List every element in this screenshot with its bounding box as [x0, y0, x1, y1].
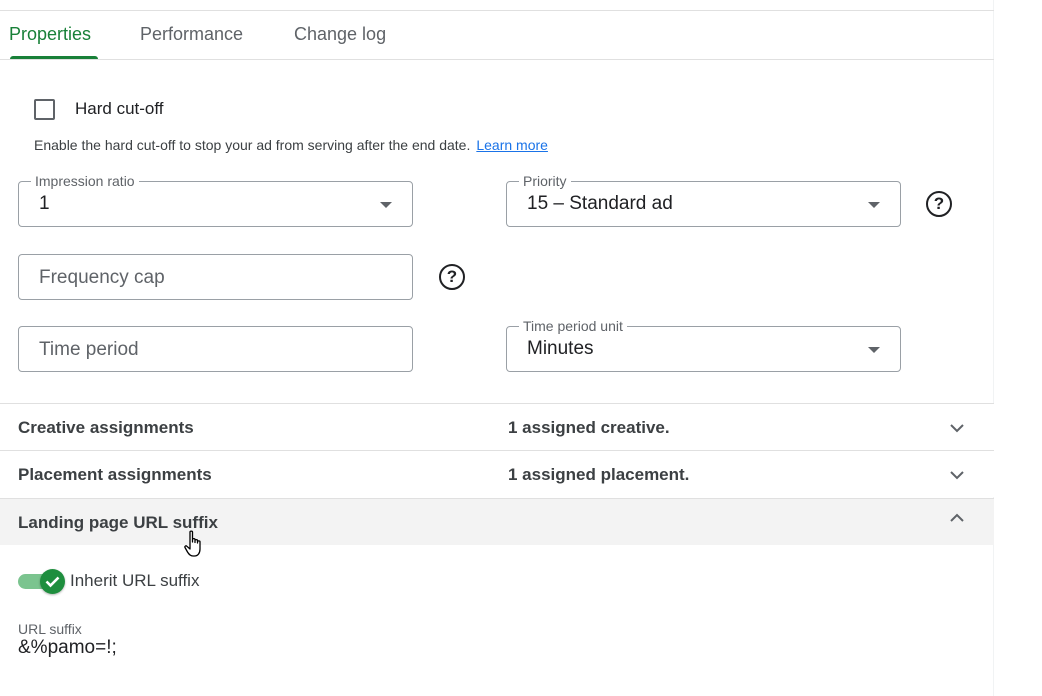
- checkmark-icon: [45, 576, 60, 588]
- line-item-panel: Properties Performance Change log Hard c…: [0, 0, 994, 696]
- chevron-up-icon: [950, 513, 964, 522]
- hard-cutoff-hint-text: Enable the hard cut-off to stop your ad …: [34, 137, 471, 153]
- dropdown-arrow-icon: [380, 202, 392, 208]
- priority-value: 15 – Standard ad: [527, 193, 673, 214]
- tab-change-log[interactable]: Change log: [294, 24, 386, 45]
- priority-help-icon[interactable]: ?: [926, 191, 952, 217]
- inherit-url-suffix-toggle[interactable]: [18, 569, 66, 594]
- section-summary: 1 assigned creative.: [508, 418, 670, 437]
- time-period-input[interactable]: Time period: [18, 326, 413, 372]
- impression-ratio-value: 1: [39, 193, 50, 214]
- landing-page-url-suffix-header[interactable]: Landing page URL suffix: [0, 498, 994, 545]
- learn-more-link[interactable]: Learn more: [476, 137, 548, 153]
- toggle-knob: [40, 569, 65, 594]
- priority-select[interactable]: Priority 15 – Standard ad: [506, 173, 901, 227]
- chevron-down-icon: [950, 471, 964, 480]
- tab-properties[interactable]: Properties: [9, 24, 91, 45]
- divider: [0, 10, 994, 11]
- placement-assignments-header[interactable]: Placement assignments 1 assigned placeme…: [0, 450, 994, 497]
- frequency-cap-help-icon[interactable]: ?: [439, 264, 465, 290]
- time-period-unit-value: Minutes: [527, 338, 594, 359]
- chevron-down-icon: [950, 424, 964, 433]
- impression-ratio-label: Impression ratio: [31, 173, 139, 189]
- time-period-unit-label: Time period unit: [519, 318, 627, 334]
- dropdown-arrow-icon: [868, 202, 880, 208]
- section-title: Creative assignments: [18, 418, 194, 437]
- section-summary: 1 assigned placement.: [508, 465, 690, 484]
- tab-performance[interactable]: Performance: [140, 24, 243, 45]
- active-tab-indicator: [10, 56, 98, 59]
- url-suffix-label: URL suffix: [18, 621, 82, 637]
- dropdown-arrow-icon: [868, 347, 880, 353]
- creative-assignments-header[interactable]: Creative assignments 1 assigned creative…: [0, 403, 994, 450]
- priority-label: Priority: [519, 173, 571, 189]
- section-title: Placement assignments: [18, 465, 212, 484]
- frequency-cap-input[interactable]: Frequency cap: [18, 254, 413, 300]
- time-period-unit-select[interactable]: Time period unit Minutes: [506, 318, 901, 372]
- frequency-cap-placeholder: Frequency cap: [39, 267, 165, 288]
- impression-ratio-select[interactable]: Impression ratio 1: [18, 173, 413, 227]
- hand-cursor-icon: [184, 530, 201, 557]
- url-suffix-value: &%pamo=!;: [18, 637, 117, 658]
- hard-cutoff-hint: Enable the hard cut-off to stop your ad …: [34, 137, 548, 153]
- hard-cutoff-label: Hard cut-off: [75, 99, 164, 118]
- inherit-url-suffix-label: Inherit URL suffix: [70, 571, 200, 590]
- hard-cutoff-checkbox[interactable]: [34, 99, 55, 120]
- time-period-placeholder: Time period: [39, 339, 139, 360]
- tab-bar: Properties Performance Change log: [0, 12, 994, 60]
